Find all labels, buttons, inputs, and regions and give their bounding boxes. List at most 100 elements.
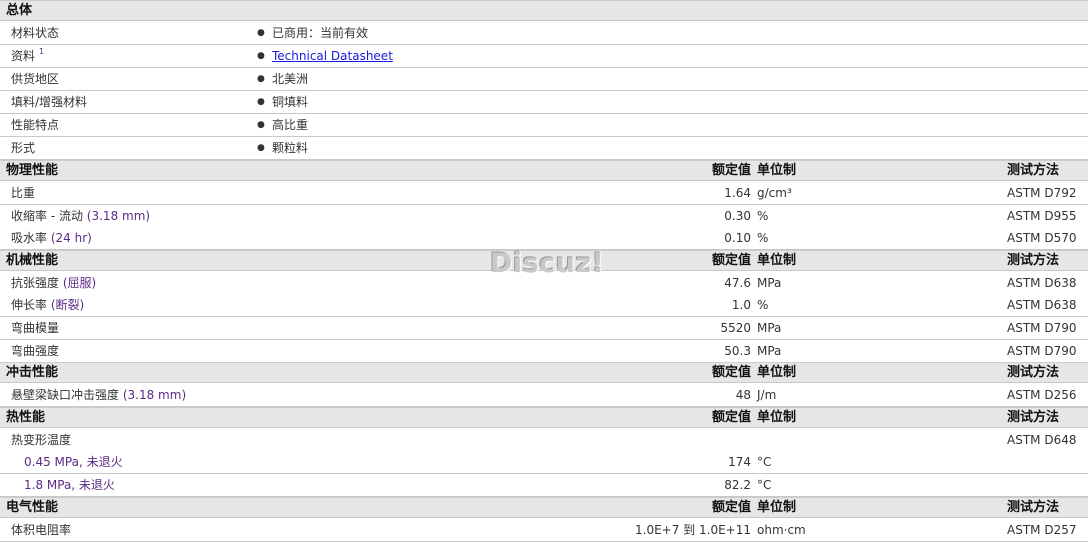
row-value: 已商用：当前有效 [272, 26, 369, 40]
row-label: 供货地区 [11, 72, 60, 86]
section-header: 热性能 额定值 单位制 测试方法 [0, 406, 1088, 428]
test-method: ASTM D638 [1007, 298, 1077, 313]
datasheet-link[interactable]: Technical Datasheet [272, 49, 393, 63]
property-label: 弯曲强度 [11, 343, 60, 358]
nominal-value: 174 [728, 455, 751, 470]
column-nominal: 额定值 [711, 365, 751, 381]
row-value: 颗粒料 [272, 141, 309, 155]
nominal-value: 1.0E+7 到 1.0E+11 [635, 522, 751, 537]
watermark-logo: Discuz! [490, 248, 605, 279]
section-header: 冲击性能 额定值 单位制 测试方法 [0, 362, 1088, 384]
row-label: 性能特点 [11, 118, 60, 132]
property-label: 收缩率 - 流动 (3.18 mm) [11, 208, 151, 223]
row-value: 北美洲 [272, 72, 309, 86]
table-row: 1.8 MPa, 未退火 82.2 °C [0, 474, 1088, 497]
nominal-value: 82.2 [724, 478, 751, 492]
column-method: 测试方法 [1007, 252, 1060, 268]
unit-value: % [757, 298, 769, 313]
unit-value: °C [757, 455, 772, 470]
column-unit: 单位制 [757, 365, 797, 381]
table-row: 资料 1 ● Technical Datasheet [0, 45, 1088, 68]
nominal-value: 50.3 [724, 343, 751, 358]
bullet-icon: ● [257, 74, 265, 84]
property-label: 伸长率 (断裂) [11, 298, 85, 313]
section-title: 总体 [6, 3, 33, 18]
property-label: 吸水率 (24 hr) [11, 231, 92, 246]
row-value: Technical Datasheet [272, 45, 393, 68]
column-method: 测试方法 [1007, 499, 1060, 515]
unit-value: J/m [757, 388, 777, 403]
nominal-value: 0.10 [724, 231, 751, 246]
column-nominal: 额定值 [711, 409, 751, 425]
test-method: ASTM D790 [1007, 321, 1077, 335]
table-row: 形式 ● 颗粒料 [0, 137, 1088, 160]
table-row: 弯曲强度 50.3 MPa ASTM D790 [0, 339, 1088, 363]
property-label: 抗张强度 (屈服) [11, 275, 97, 290]
section-title: 冲击性能 [6, 365, 59, 381]
table-row: 比重 1.64 g/cm³ ASTM D792 [0, 182, 1088, 205]
bullet-icon: ● [257, 143, 265, 153]
table-row: 填料/增强材料 ● 铜填料 [0, 91, 1088, 114]
unit-value: °C [757, 478, 772, 492]
unit-value: MPa [757, 275, 782, 290]
test-method: ASTM D638 [1007, 275, 1077, 290]
property-label: 比重 [11, 186, 36, 200]
table-row: 性能特点 ● 高比重 [0, 114, 1088, 137]
column-method: 测试方法 [1007, 163, 1060, 178]
section-header: 总体 [0, 0, 1088, 21]
row-label: 填料/增强材料 [11, 95, 88, 109]
nominal-value: 47.6 [724, 275, 751, 290]
nominal-value: 5520 [720, 321, 751, 335]
bullet-icon: ● [257, 51, 265, 61]
nominal-value: 1.0 [731, 298, 751, 313]
column-method: 测试方法 [1007, 365, 1060, 381]
table-row: 供货地区 ● 北美洲 [0, 68, 1088, 91]
test-condition: (3.18 mm) [86, 208, 151, 223]
table-row: 伸长率 (断裂) 1.0% ASTM D638 [0, 294, 1088, 318]
nominal-value: 0.30 [724, 208, 751, 223]
column-unit: 单位制 [757, 163, 797, 178]
property-label: 体积电阻率 [11, 522, 72, 537]
test-condition: (屈服) [62, 275, 97, 290]
test-method: ASTM D570 [1007, 231, 1077, 246]
row-value: 高比重 [272, 118, 309, 132]
nominal-value: 1.64 [724, 186, 751, 200]
property-label: 悬壁梁缺口冲击强度 (3.18 mm) [11, 388, 187, 403]
table-row: 体积电阻率 1.0E+7 到 1.0E+11 ohm·cm ASTM D257 [0, 518, 1088, 542]
table-row: 0.45 MPa, 未退火 174 °C [0, 451, 1088, 475]
unit-value: g/cm³ [757, 186, 792, 200]
table-row: 收缩率 - 流动 (3.18 mm) 0.30% ASTM D955 [0, 204, 1088, 228]
column-nominal: 额定值 [711, 163, 751, 178]
test-method: ASTM D955 [1007, 208, 1077, 223]
test-condition: (断裂) [50, 298, 85, 313]
test-method: ASTM D257 [1007, 522, 1077, 537]
column-method: 测试方法 [1007, 409, 1060, 425]
section-header: 电气性能 额定值 单位制 测试方法 [0, 496, 1088, 518]
property-label: 1.8 MPa, 未退火 [24, 478, 115, 492]
section-title: 电气性能 [6, 499, 59, 515]
column-nominal: 额定值 [711, 499, 751, 515]
test-method: ASTM D790 [1007, 343, 1077, 358]
section-header: 物理性能 额定值 单位制 测试方法 [0, 160, 1088, 181]
unit-value: MPa [757, 321, 782, 335]
unit-value: % [757, 208, 769, 223]
test-condition: (3.18 mm) [122, 388, 187, 403]
row-value: 铜填料 [272, 95, 309, 109]
bullet-icon: ● [257, 97, 265, 107]
column-unit: 单位制 [757, 409, 797, 425]
bullet-icon: ● [257, 120, 265, 130]
unit-value: % [757, 231, 769, 246]
row-label: 形式 [11, 141, 36, 155]
table-row: 吸水率 (24 hr) 0.10% ASTM D570 [0, 227, 1088, 251]
unit-value: ohm·cm [757, 522, 806, 537]
table-row: 悬壁梁缺口冲击强度 (3.18 mm) 48 J/m ASTM D256 [0, 384, 1088, 408]
row-label: 资料 1 [11, 47, 45, 63]
column-nominal: 额定值 [711, 252, 751, 268]
column-unit: 单位制 [757, 499, 797, 515]
property-label: 弯曲模量 [11, 321, 60, 335]
test-method: ASTM D648 [1007, 432, 1077, 447]
section-title: 物理性能 [6, 163, 59, 178]
property-label: 0.45 MPa, 未退火 [24, 455, 123, 470]
table-row: 材料状态 ● 已商用：当前有效 [0, 22, 1088, 45]
test-method: ASTM D792 [1007, 186, 1077, 200]
